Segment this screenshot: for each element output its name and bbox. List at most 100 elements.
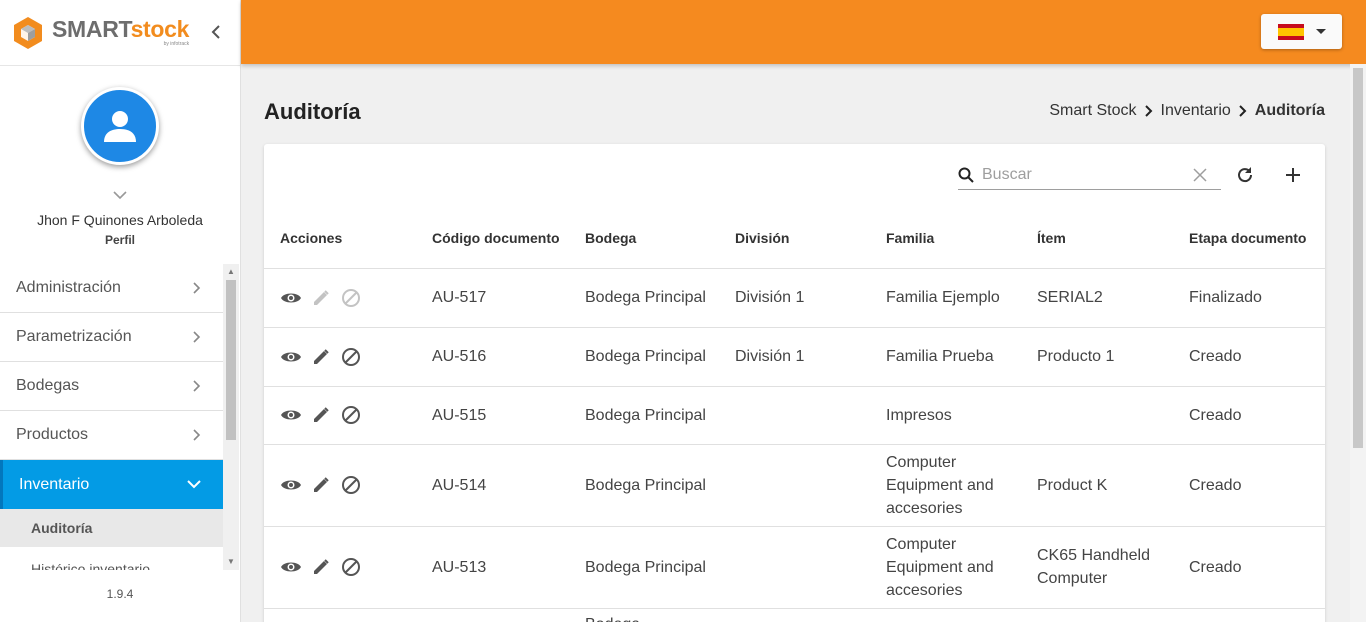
breadcrumb-inventario[interactable]: Inventario <box>1161 102 1231 120</box>
cell-family: Familia Prueba <box>870 327 1021 387</box>
cell-stage: Finalizado <box>1173 268 1325 328</box>
edit-button[interactable] <box>310 474 332 496</box>
chevron-left-icon <box>211 25 220 39</box>
column-header-stage[interactable]: Etapa documento <box>1173 208 1325 269</box>
cancel-button[interactable] <box>340 287 362 309</box>
scroll-up-icon[interactable]: ▲ <box>226 267 236 277</box>
cell-item: Product K <box>1021 444 1173 527</box>
table-row: AU-515 Bodega Principal Impresos Creado <box>264 386 1325 445</box>
cell-item <box>1021 608 1173 622</box>
cell-family: Impresos <box>870 386 1021 445</box>
view-button[interactable] <box>280 287 302 309</box>
page-scroll-thumb[interactable] <box>1353 68 1363 448</box>
cancel-button[interactable] <box>340 556 362 578</box>
cell-stage: Creado <box>1173 327 1325 387</box>
table-row: AU-517 Bodega Principal División 1 Famil… <box>264 268 1325 328</box>
cell-division <box>719 526 870 609</box>
sidebar-scroll-thumb[interactable] <box>226 280 236 440</box>
edit-button[interactable] <box>310 287 332 309</box>
column-header-family[interactable]: Familia <box>870 208 1021 269</box>
sidebar-item-productos[interactable]: Productos <box>0 411 223 460</box>
cell-division: División 1 <box>719 327 870 387</box>
cell-division <box>719 608 870 622</box>
table-row: Bodega <box>264 608 1325 622</box>
chevron-down-icon <box>187 480 201 489</box>
brand-text: SMARTstock by infotrack <box>52 18 189 47</box>
clear-search-icon[interactable] <box>1193 167 1207 182</box>
sidebar-item-inventario[interactable]: Inventario <box>0 460 223 509</box>
cell-family <box>870 608 1021 622</box>
table-row: AU-514 Bodega Principal Computer Equipme… <box>264 444 1325 527</box>
submenu-item-auditoria[interactable]: Auditoría <box>0 509 223 547</box>
view-button[interactable] <box>280 474 302 496</box>
sidebar-menu: Administración Parametrización Bodegas P… <box>0 264 223 570</box>
spain-flag-icon <box>1277 23 1304 40</box>
audit-table: Acciones Código documento Bodega Divisió… <box>264 208 1325 622</box>
cell-warehouse: Bodega Principal <box>569 526 719 609</box>
cell-warehouse: Bodega Principal <box>569 327 719 387</box>
cell-warehouse: Bodega <box>569 608 719 622</box>
breadcrumb-smart-stock[interactable]: Smart Stock <box>1049 102 1136 120</box>
chevron-down-icon[interactable] <box>111 188 129 202</box>
cancel-button[interactable] <box>340 346 362 368</box>
cell-warehouse: Bodega Principal <box>569 444 719 527</box>
eye-icon <box>281 480 301 490</box>
cell-item: Producto 1 <box>1021 327 1173 387</box>
top-bar <box>241 0 1366 64</box>
view-button[interactable] <box>280 404 302 426</box>
refresh-button[interactable] <box>1232 162 1258 188</box>
column-header-code[interactable]: Código documento <box>416 208 569 269</box>
language-selector[interactable] <box>1261 14 1342 49</box>
cell-code: AU-513 <box>416 526 569 609</box>
block-icon <box>342 558 360 576</box>
sidebar-item-parametrizacion[interactable]: Parametrización <box>0 313 223 362</box>
edit-button[interactable] <box>310 404 332 426</box>
table-row: AU-513 Bodega Principal Computer Equipme… <box>264 526 1325 609</box>
plus-icon <box>1286 168 1300 182</box>
sidebar: SMARTstock by infotrack Jhon F Quinones … <box>0 0 241 622</box>
row-actions <box>280 346 416 368</box>
sidebar-item-administracion[interactable]: Administración <box>0 264 223 313</box>
chevron-right-icon <box>1239 105 1247 117</box>
cancel-button[interactable] <box>340 404 362 426</box>
collapse-sidebar-button[interactable] <box>206 22 226 42</box>
scroll-down-icon[interactable]: ▼ <box>226 557 236 567</box>
edit-button[interactable] <box>310 556 332 578</box>
chevron-right-icon <box>1144 105 1152 117</box>
block-icon <box>342 406 360 424</box>
smartstock-logo-icon <box>14 16 42 49</box>
row-actions <box>280 556 416 578</box>
cancel-button[interactable] <box>340 474 362 496</box>
cell-division <box>719 386 870 445</box>
sidebar-item-label: Inventario <box>19 475 90 493</box>
add-button[interactable] <box>1280 162 1306 188</box>
eye-icon <box>281 293 301 302</box>
column-header-division[interactable]: División <box>719 208 870 269</box>
cell-stage <box>1173 608 1325 622</box>
view-button[interactable] <box>280 556 302 578</box>
caret-down-icon <box>1315 29 1326 34</box>
brand: SMARTstock by infotrack <box>0 0 240 66</box>
column-header-item[interactable]: Ítem <box>1021 208 1173 269</box>
search-input[interactable] <box>982 165 1193 184</box>
sidebar-item-bodegas[interactable]: Bodegas <box>0 362 223 411</box>
sidebar-item-label: Productos <box>16 426 89 443</box>
pencil-icon <box>314 559 329 574</box>
column-header-warehouse[interactable]: Bodega <box>569 208 719 269</box>
avatar[interactable] <box>81 87 159 165</box>
brand-name-part1: SMART <box>52 16 131 42</box>
refresh-icon <box>1238 167 1253 183</box>
cell-code: AU-516 <box>416 327 569 387</box>
eye-icon <box>281 352 301 361</box>
page-title: Auditoría <box>264 99 361 124</box>
edit-button[interactable] <box>310 346 332 368</box>
pencil-icon <box>314 348 329 364</box>
sidebar-scrollbar[interactable]: ▲ ▼ <box>223 264 239 570</box>
cell-division <box>719 444 870 527</box>
view-button[interactable] <box>280 346 302 368</box>
page-scrollbar[interactable] <box>1350 64 1366 622</box>
profile-link[interactable]: Perfil <box>0 233 240 247</box>
submenu-item-historico[interactable]: Histórico inventario <box>0 547 223 570</box>
brand-name-part2: stock <box>130 16 190 42</box>
pencil-icon <box>314 477 329 492</box>
